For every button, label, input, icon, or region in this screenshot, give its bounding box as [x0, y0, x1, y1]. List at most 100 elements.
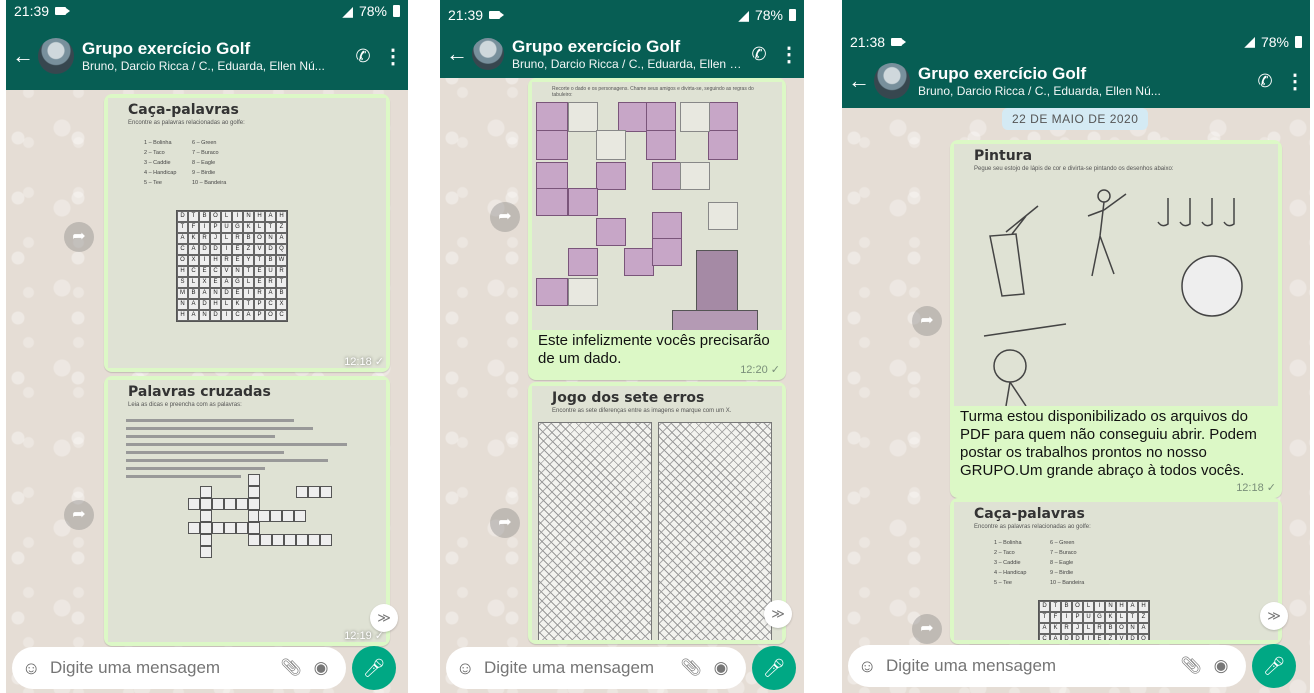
chat-title-block[interactable]: Grupo exercício Golf Bruno, Darcio Ricca… [918, 64, 1250, 98]
wordsearch-letter: A [1138, 623, 1149, 634]
coloring-sheet: Pintura Pegue seu estojo de lápis de cor… [954, 144, 1278, 406]
paperclip-icon[interactable]: 📎︎ [1176, 656, 1206, 676]
board-cell [652, 238, 682, 266]
image-message[interactable]: Caça-palavras Encontre as palavras relac… [104, 94, 390, 372]
camera-icon[interactable]: ◉ [306, 658, 336, 678]
emoji-icon[interactable]: ☺ [22, 658, 48, 679]
wordsearch-letter: E [1094, 634, 1105, 640]
wordsearch-letter: H [210, 255, 221, 266]
wordsearch-letter: C [232, 310, 243, 321]
wordsearch-letter: I [243, 288, 254, 299]
crossword-cell [248, 486, 260, 498]
message-time: 12:18 ✓ [344, 356, 384, 368]
forward-icon[interactable]: ➦ [912, 306, 942, 336]
group-avatar[interactable] [874, 63, 910, 99]
word-item: 2 – Taco [144, 150, 165, 156]
wordsearch-letter: B [265, 255, 276, 266]
group-title: Grupo exercício Golf [82, 39, 251, 58]
microphone-icon[interactable]: 🎤︎ [752, 646, 796, 690]
wordsearch-letter: A [199, 288, 210, 299]
chat-header: ← Grupo exercício Golf Bruno, Darcio Ric… [440, 30, 804, 78]
wordsearch-letter: V [1116, 634, 1127, 640]
add-call-icon[interactable]: ✆ [744, 44, 774, 65]
wordsearch-letter: A [265, 288, 276, 299]
sheet-title: Pintura [974, 148, 1033, 164]
image-message[interactable]: Jogo dos sete erros Encontre as sete dif… [528, 382, 786, 644]
wordsearch-letter: M [177, 288, 188, 299]
image-message[interactable]: Pintura Pegue seu estojo de lápis de cor… [950, 140, 1282, 498]
sheet-title: Palavras cruzadas [128, 384, 271, 400]
paperclip-icon[interactable]: 📎︎ [676, 658, 706, 678]
add-call-icon[interactable]: ✆ [348, 46, 378, 67]
status-time: 21:39 [14, 3, 50, 19]
golf-bag-drawing [989, 205, 1039, 297]
wordsearch-letter: V [221, 266, 232, 277]
wordsearch-letter: H [276, 211, 287, 222]
wordsearch-letter: D [199, 299, 210, 310]
microphone-icon[interactable]: 🎤︎ [352, 646, 396, 690]
forward-icon[interactable]: ➦ [912, 614, 942, 644]
message-input[interactable] [48, 657, 276, 679]
wordsearch-letter: R [232, 233, 243, 244]
camera-icon[interactable]: ◉ [1206, 656, 1236, 676]
wordsearch-letter: H [1138, 601, 1149, 612]
chat-title-block[interactable]: Grupo exercício Golf Bruno, Darcio Ricca… [82, 39, 348, 73]
add-call-icon[interactable]: ✆ [1250, 71, 1280, 92]
emoji-icon[interactable]: ☺ [858, 656, 884, 677]
wordsearch-sheet: Caça-palavras Encontre as palavras relac… [954, 502, 1278, 640]
forward-icon[interactable]: ➦ [64, 500, 94, 530]
wordsearch-letter: A [188, 244, 199, 255]
arrow-left-icon[interactable]: ← [848, 68, 870, 94]
chevron-down-icon[interactable]: ≫ [764, 600, 792, 628]
battery-icon [393, 5, 400, 17]
message-input[interactable] [884, 655, 1176, 677]
board-cell [624, 248, 654, 276]
chat-title-block[interactable]: Grupo exercício Golf Bruno, Darcio Ricca… [512, 37, 744, 71]
image-message[interactable]: Caça-palavras Encontre as palavras relac… [950, 498, 1282, 644]
word-item: 9 – Birdie [192, 170, 216, 176]
arrow-left-icon[interactable]: ← [446, 41, 468, 67]
signal-icon: ◢ [1244, 33, 1255, 49]
forward-icon[interactable]: ➦ [64, 222, 94, 252]
wordsearch-letter: A [221, 277, 232, 288]
paperclip-icon[interactable]: 📎︎ [276, 658, 306, 678]
signal-icon: ◢ [738, 6, 749, 23]
wordsearch-letter: I [1083, 634, 1094, 640]
status-bar: 21:38 ◢ 78% [842, 0, 1310, 54]
chevron-down-icon[interactable]: ≫ [370, 604, 398, 632]
wordsearch-letter: A [276, 233, 287, 244]
forward-icon[interactable]: ➦ [490, 508, 520, 538]
emoji-icon[interactable]: ☺ [456, 658, 482, 679]
word-item: 4 – Handicap [144, 170, 177, 176]
word-item: 5 – Tee [144, 180, 162, 186]
group-avatar[interactable] [472, 38, 504, 70]
wordsearch-letter: N [199, 310, 210, 321]
message-composer: ☺ 📎︎ ◉ 🎤︎ [848, 644, 1304, 688]
image-message[interactable]: Recorte o dado e os personagens. Chame s… [528, 78, 786, 380]
more-vert-icon[interactable]: ⋮ [774, 42, 804, 67]
crossword-cell [236, 498, 248, 510]
wordsearch-letter: B [243, 233, 254, 244]
wordsearch-grid: DTBOLINHAHTFIPUGKLTZAKRJLRBONACADDIEZVDQ… [1038, 600, 1150, 640]
arrow-left-icon[interactable]: ← [12, 43, 34, 69]
board-cell [646, 130, 676, 160]
board-cell [680, 102, 710, 132]
more-vert-icon[interactable]: ⋮ [378, 44, 408, 69]
forward-icon[interactable]: ➦ [490, 202, 520, 232]
word-item: 1 – Bolinha [144, 140, 172, 146]
chevron-down-icon[interactable]: ≫ [1260, 602, 1288, 630]
image-message[interactable]: Palavras cruzadas Leia as dicas e preenc… [104, 376, 390, 646]
more-vert-icon[interactable]: ⋮ [1280, 69, 1310, 94]
wordsearch-letter: E [232, 288, 243, 299]
group-avatar[interactable] [38, 38, 74, 74]
camera-icon[interactable]: ◉ [706, 658, 736, 678]
wordsearch-letter: E [199, 266, 210, 277]
wordsearch-letter: A [243, 310, 254, 321]
word-item: 10 – Bandeira [192, 180, 227, 186]
wordsearch-letter: H [254, 211, 265, 222]
wordsearch-letter: E [210, 277, 221, 288]
sheet-instructions: Encontre as palavras relacionadas ao gol… [128, 120, 245, 126]
battery-level: 78% [358, 3, 387, 19]
message-input[interactable] [482, 657, 676, 679]
microphone-icon[interactable]: 🎤︎ [1252, 644, 1296, 688]
